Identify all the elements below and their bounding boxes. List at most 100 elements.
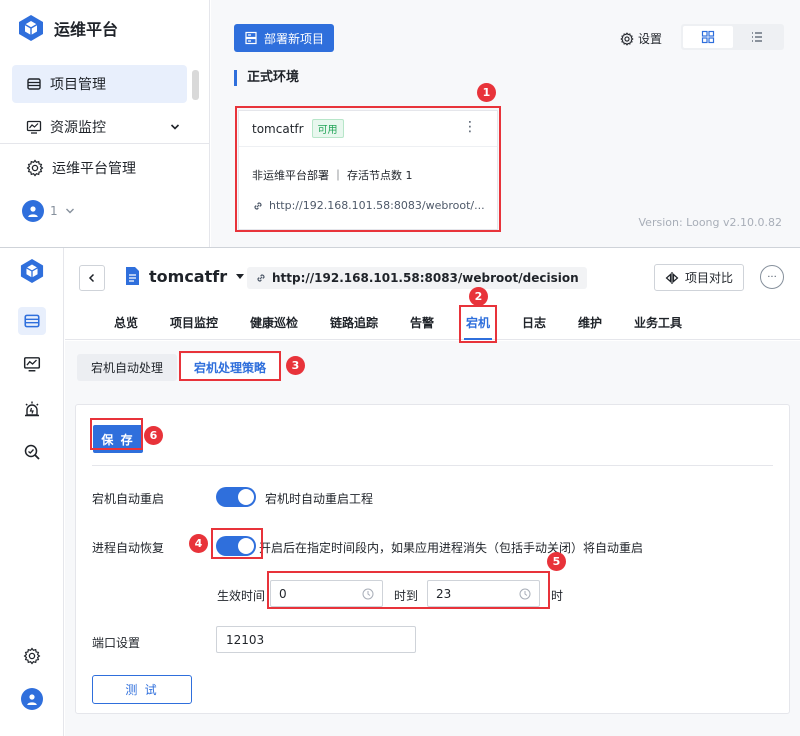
monitor-icon (23, 357, 41, 372)
annotation-marker-2: 2 (469, 287, 488, 306)
tab-project-monitor[interactable]: 项目监控 (170, 314, 218, 331)
caret-down-icon (236, 274, 245, 279)
project-icon (27, 78, 41, 90)
logo-icon (19, 15, 43, 41)
annotation-marker-5: 5 (547, 552, 566, 571)
rail-project[interactable] (18, 307, 46, 335)
chevron-left-icon (88, 273, 95, 283)
more-options-button[interactable]: ··· (760, 265, 784, 289)
auto-restart-toggle[interactable] (216, 487, 256, 507)
gear-icon (23, 647, 41, 665)
icon-rail (0, 248, 64, 736)
project-url-text: http://192.168.101.58:8083/webroot/decis… (272, 271, 579, 285)
auto-recover-desc: 开启后在指定时间段内，如果应用进程消失（包括手动关闭）将自动重启 (259, 541, 644, 555)
top-panel: 运维平台 项目管理 资源监控 运维平台管理 1 部署新项目 设置 正式环境 to… (0, 0, 800, 247)
deploy-project-button[interactable]: 部署新项目 (234, 24, 335, 52)
gear-icon (620, 31, 634, 46)
user-icon (27, 694, 37, 705)
auto-restart-label: 宕机自动重启 (92, 492, 165, 506)
server-icon (245, 31, 257, 45)
gear-icon (26, 159, 44, 177)
sidebar: 运维平台 项目管理 资源监控 运维平台管理 1 (0, 0, 210, 247)
monitor-icon (26, 120, 42, 134)
rail-monitor[interactable] (18, 350, 46, 378)
project-selector[interactable]: tomcatfr (123, 266, 245, 286)
sidebar-item-platform-admin[interactable]: 运维平台管理 (12, 149, 187, 187)
user-menu[interactable]: 1 (22, 200, 76, 222)
project-name: tomcatfr (149, 266, 228, 286)
document-icon (126, 267, 139, 285)
avatar (22, 200, 44, 222)
annotation-marker-1: 1 (477, 83, 496, 102)
project-url[interactable]: http://192.168.101.58:8083/webroot/decis… (247, 267, 587, 289)
version-label: Version: Loong v2.10.0.82 (638, 216, 783, 229)
tab-alarm[interactable]: 告警 (410, 314, 434, 331)
auto-restart-desc: 宕机时自动重启工程 (265, 492, 374, 506)
rail-logo[interactable] (18, 257, 46, 285)
form-divider (92, 465, 773, 466)
sidebar-scrollbar[interactable] (192, 70, 199, 100)
annotation-box-3 (179, 351, 281, 381)
tab-business-tools[interactable]: 业务工具 (634, 314, 682, 331)
rail-settings[interactable] (18, 642, 46, 670)
bottom-panel: tomcatfr http://192.168.101.58:8083/webr… (0, 247, 800, 736)
project-compare-label: 项目对比 (685, 271, 734, 285)
avatar (21, 688, 43, 710)
sidebar-item-label: 资源监控 (50, 120, 106, 136)
chevron-down-icon (65, 208, 74, 214)
sidebar-item-monitor[interactable]: 资源监控 (12, 108, 187, 146)
annotation-box-1 (235, 106, 501, 232)
rail-user[interactable] (18, 685, 46, 713)
sidebar-item-project[interactable]: 项目管理 (12, 65, 187, 103)
user-icon (28, 206, 38, 217)
tab-maintenance[interactable]: 维护 (578, 314, 602, 331)
environment-title: 正式环境 (234, 70, 299, 86)
link-icon (257, 274, 265, 282)
tab-overview[interactable]: 总览 (114, 314, 138, 331)
project-detail: tomcatfr http://192.168.101.58:8083/webr… (65, 248, 800, 736)
port-label: 端口设置 (92, 636, 141, 650)
settings-label: 设置 (638, 32, 663, 46)
view-toggle (681, 24, 784, 50)
back-button[interactable] (79, 265, 105, 291)
annotation-box-6 (90, 418, 143, 450)
list-icon (752, 32, 763, 42)
sidebar-item-label: 项目管理 (50, 77, 106, 93)
user-label: 1 (50, 204, 58, 218)
app-logo: 运维平台 (18, 14, 118, 42)
tab-health-check[interactable]: 健康巡检 (250, 314, 298, 331)
settings-button[interactable]: 设置 (620, 30, 662, 47)
app-title: 运维平台 (54, 20, 119, 39)
port-input[interactable]: 12103 (216, 626, 416, 653)
test-button[interactable]: 测 试 (92, 675, 192, 704)
time-suffix: 时 (551, 589, 564, 603)
tab-trace[interactable]: 链路追踪 (330, 314, 378, 331)
compare-icon (665, 271, 679, 284)
grid-view-button[interactable] (683, 26, 733, 48)
tab-logs[interactable]: 日志 (522, 314, 546, 331)
sidebar-divider (0, 143, 210, 144)
annotation-marker-6: 6 (144, 426, 163, 445)
project-icon (24, 314, 40, 328)
annotation-box-2 (459, 305, 497, 343)
project-compare-button[interactable]: 项目对比 (654, 264, 745, 291)
auto-recover-label: 进程自动恢复 (92, 541, 165, 555)
annotation-marker-3: 3 (286, 356, 305, 375)
logo-icon (20, 259, 44, 283)
strategy-form: 保 存 宕机自动重启 宕机时自动重启工程 进程自动恢复 开启后在指定时间段内，如… (75, 404, 790, 714)
rail-alarm[interactable] (18, 395, 46, 423)
chevron-down-icon (170, 124, 180, 130)
rail-inspect[interactable] (18, 438, 46, 466)
inspect-icon (24, 444, 40, 460)
alarm-icon (25, 401, 39, 417)
annotation-box-5 (267, 571, 550, 609)
annotation-marker-4: 4 (189, 534, 208, 553)
grid-icon (701, 30, 714, 44)
list-view-button[interactable] (733, 26, 783, 48)
tab-bar: 总览 项目监控 健康巡检 链路追踪 告警 宕机 日志 维护 业务工具 (65, 304, 800, 340)
effective-time-label: 生效时间 (217, 589, 266, 603)
subtab-auto-handling[interactable]: 宕机自动处理 (77, 354, 178, 381)
annotation-box-4 (211, 528, 263, 559)
sidebar-item-label: 运维平台管理 (52, 161, 136, 177)
deploy-project-label: 部署新项目 (264, 31, 325, 46)
